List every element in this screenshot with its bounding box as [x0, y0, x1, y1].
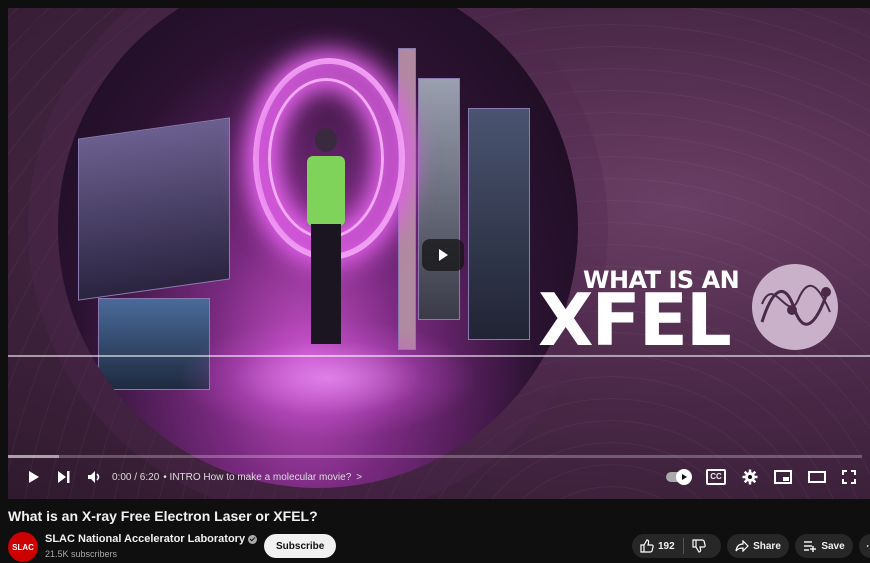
fullscreen-icon [842, 470, 856, 484]
thumbnail-headline-main: XFEL [538, 278, 732, 362]
subtitles-button[interactable]: CC [706, 469, 726, 485]
settings-gear-icon [742, 469, 758, 485]
center-play-button[interactable] [422, 239, 464, 271]
next-button[interactable] [56, 470, 72, 484]
autoplay-toggle[interactable] [666, 469, 692, 485]
progress-loaded [8, 455, 60, 458]
channel-name-row[interactable]: SLAC National Accelerator Laboratory [45, 533, 258, 545]
like-icon [640, 539, 654, 553]
thumbnail-divider [8, 355, 870, 357]
share-label: Share [753, 540, 781, 552]
video-title: What is an X-ray Free Electron Laser or … [8, 508, 318, 524]
machinery-pipe [398, 48, 416, 350]
miniplayer-button[interactable] [774, 470, 792, 484]
play-icon [29, 471, 39, 483]
progress-bar[interactable] [8, 455, 862, 458]
cc-icon: CC [706, 469, 726, 485]
time-display: 0:00 / 6:20 [112, 471, 160, 483]
share-button[interactable]: Share [727, 534, 789, 558]
machinery-left [78, 117, 230, 301]
save-playlist-icon [804, 541, 817, 552]
channel-row: SLAC SLAC National Accelerator Laborator… [8, 532, 870, 562]
subscriber-count: 21.5K subscribers [45, 549, 118, 559]
like-count: 192 [658, 540, 675, 552]
channel-name[interactable]: SLAC National Accelerator Laboratory [45, 533, 245, 545]
chapter-title[interactable]: • INTRO How to make a molecular movie? [163, 472, 351, 483]
like-dislike-group: 192 [632, 534, 721, 558]
chapter-chevron-icon[interactable]: > [356, 472, 362, 483]
share-icon [735, 540, 749, 552]
subscribe-button[interactable]: Subscribe [264, 534, 337, 558]
channel-avatar[interactable]: SLAC [8, 532, 38, 562]
like-button[interactable]: 192 [632, 538, 684, 554]
next-icon [58, 471, 70, 483]
miniplayer-icon [774, 470, 792, 484]
theater-mode-icon [808, 471, 826, 483]
dislike-button[interactable] [684, 539, 706, 553]
volume-button[interactable] [86, 470, 104, 484]
settings-button[interactable] [742, 469, 758, 485]
save-label: Save [821, 540, 845, 552]
machinery-right-rack [468, 108, 530, 340]
play-icon [439, 249, 448, 261]
dislike-icon [692, 539, 706, 553]
more-actions-button[interactable]: ⋯ [859, 534, 870, 558]
volume-icon [88, 471, 100, 483]
machinery-right [418, 78, 460, 320]
video-player[interactable]: WHAT IS AN XFEL [8, 8, 870, 499]
verified-icon [248, 534, 258, 544]
play-button[interactable] [26, 470, 42, 484]
worker-figure [303, 128, 347, 348]
fullscreen-button[interactable] [842, 470, 856, 484]
more-icon: ⋯ [866, 541, 870, 552]
theater-mode-button[interactable] [808, 471, 826, 483]
wave-logo-icon [752, 264, 838, 350]
autoplay-toggle-icon [676, 469, 692, 485]
save-button[interactable]: Save [795, 534, 853, 558]
player-controls: 0:00 / 6:20 • INTRO How to make a molecu… [0, 462, 870, 492]
